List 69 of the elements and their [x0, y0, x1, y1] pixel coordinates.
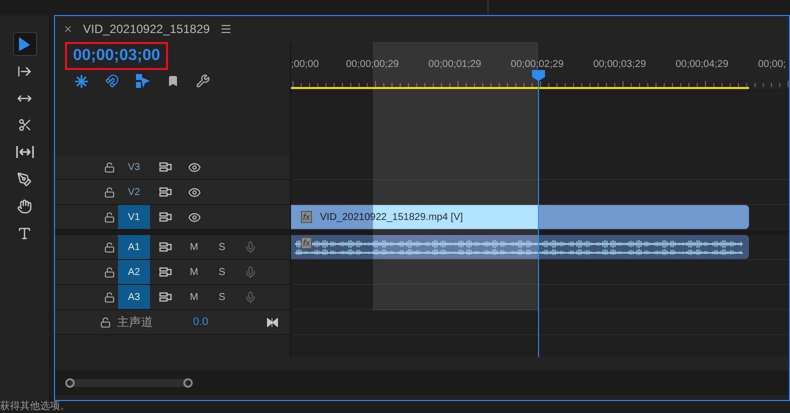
hand-icon	[17, 198, 32, 214]
razor-icon	[18, 118, 32, 132]
status-text: 获得其他选项。	[0, 401, 70, 412]
marker-icon	[167, 75, 179, 87]
mute-button[interactable]: M	[190, 242, 198, 252]
lock-icon[interactable]	[104, 162, 114, 172]
linked-select-icon	[136, 74, 150, 88]
scroll-handles-drawing[interactable]	[65, 378, 195, 388]
mute-button[interactable]: M	[190, 292, 198, 302]
pen-icon	[17, 172, 32, 186]
track-name: 主声道	[117, 314, 154, 330]
timeline-tool-button[interactable]	[196, 74, 210, 88]
lock-icon[interactable]	[100, 316, 111, 328]
lock-icon[interactable]	[104, 186, 114, 198]
ruler-label: 00;00;01;29	[428, 59, 482, 70]
sync-lock-icon	[158, 212, 172, 222]
panel-title[interactable]: VID_20210922_151829	[83, 22, 210, 36]
ruler-label: 00;00;03;29	[593, 59, 646, 70]
magnet-icon	[105, 74, 119, 88]
clip-name: VID_20210922_151829.mp4 [V]	[320, 212, 463, 222]
pointer-icon	[18, 36, 31, 52]
sync-lock-icon	[158, 187, 172, 197]
playhead-handle[interactable]	[532, 70, 545, 81]
close-icon[interactable]	[63, 24, 73, 34]
ruler-label: ;00;00	[291, 59, 319, 70]
bracket-arrow-icon	[16, 146, 34, 158]
menu-icon[interactable]	[220, 23, 232, 35]
timecode-field[interactable]: 00;00;03;00	[65, 42, 168, 70]
track-target[interactable]: V1	[118, 205, 150, 229]
bowtie-icon[interactable]	[267, 318, 278, 326]
timeline-tool-button[interactable]	[75, 74, 88, 88]
timeline-tool-button[interactable]	[136, 74, 150, 88]
video-clip[interactable]: fx VID_20210922_151829.mp4 [V]	[291, 205, 749, 229]
track-target[interactable]: A3	[118, 285, 150, 309]
sparkle-icon	[75, 74, 88, 88]
track-target[interactable]: V2	[118, 180, 150, 204]
zoom-scrollbar[interactable]	[55, 371, 789, 395]
tool-button[interactable]	[12, 32, 36, 56]
ruler-label: 00;00;02;29	[510, 59, 564, 70]
sync-lock-icon	[158, 292, 172, 302]
lock-icon[interactable]	[104, 292, 114, 302]
track-target[interactable]: A2	[118, 260, 150, 284]
mute-button[interactable]: M	[190, 266, 198, 278]
type-icon	[17, 226, 32, 240]
sync-lock-icon	[158, 162, 172, 172]
sync-lock-icon	[158, 242, 172, 252]
eye-icon[interactable]	[188, 186, 200, 198]
lock-icon[interactable]	[104, 212, 114, 222]
volume-value[interactable]: 0.0	[193, 316, 261, 328]
timeline-tool-button[interactable]	[167, 75, 179, 87]
fx-badge: fx	[301, 211, 312, 223]
audio-clip[interactable]: fx	[291, 235, 749, 259]
fx-badge: fx	[301, 237, 312, 249]
track-target[interactable]: V3	[118, 155, 150, 179]
time-ruler[interactable]: ;00;00 00;00;00;29 00;00;01;29 00;00;02;29 00;00;03;29 00;00;04;29 00;00;	[291, 42, 789, 89]
solo-button[interactable]: S	[218, 266, 226, 278]
wrench-icon	[196, 74, 210, 88]
track-target[interactable]: A1	[118, 235, 150, 259]
sync-lock-icon	[158, 267, 172, 277]
ruler-label: 00;00;04;29	[676, 59, 728, 70]
eye-icon[interactable]	[188, 210, 200, 224]
lock-icon[interactable]	[104, 242, 114, 252]
ruler-label: 00;00;00;29	[346, 59, 399, 70]
solo-button[interactable]: S	[218, 242, 226, 252]
eye-icon[interactable]	[188, 160, 200, 174]
solo-button[interactable]: S	[218, 292, 226, 302]
timeline-tool-button[interactable]	[105, 74, 119, 88]
ruler-label: 00;00;	[758, 59, 786, 70]
lock-icon[interactable]	[104, 266, 114, 278]
